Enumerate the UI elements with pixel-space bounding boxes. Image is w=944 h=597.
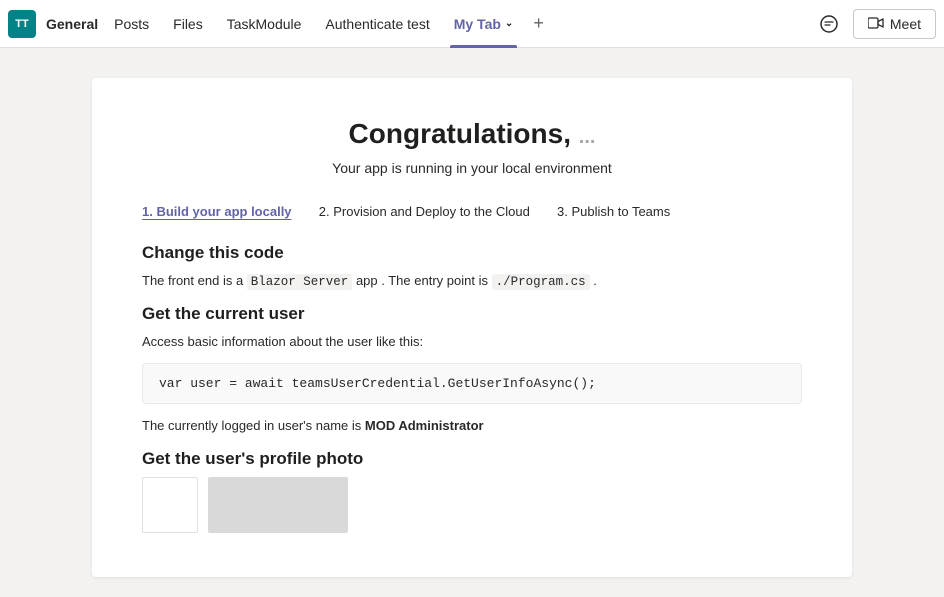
step-1[interactable]: 1. Build your app locally (142, 204, 292, 219)
chat-icon-button[interactable] (813, 8, 845, 40)
section2-text: Access basic information about the user … (142, 332, 802, 352)
section1-heading: Change this code (142, 243, 802, 263)
section1-code2: ./Program.cs (492, 274, 590, 290)
avatar: TT (8, 10, 36, 38)
logged-in-text: The currently logged in user's name is M… (142, 418, 802, 433)
add-tab-button[interactable]: + (525, 0, 552, 48)
profile-photo-gray (208, 477, 348, 533)
section1-code1: Blazor Server (247, 274, 353, 290)
video-icon (868, 16, 884, 32)
code-block: var user = await teamsUserCredential.Get… (142, 363, 802, 404)
main-content: Congratulations, ... Your app is running… (0, 48, 944, 597)
meet-button[interactable]: Meet (853, 9, 936, 39)
section3-heading: Get the user's profile photo (142, 449, 802, 469)
congrats-dots: ... (579, 126, 596, 148)
nav-my-tab[interactable]: My Tab ⌄ (442, 0, 526, 48)
congrats-title: Congratulations, ... (142, 118, 802, 150)
topbar: TT General Posts Files TaskModule Authen… (0, 0, 944, 48)
logged-in-name: MOD Administrator (365, 418, 484, 433)
chevron-down-icon: ⌄ (505, 18, 513, 29)
content-card: Congratulations, ... Your app is running… (92, 78, 852, 577)
nav-authenticate-test[interactable]: Authenticate test (313, 0, 441, 48)
nav-posts[interactable]: Posts (102, 0, 161, 48)
nav-taskmodule[interactable]: TaskModule (215, 0, 314, 48)
step-2[interactable]: 2. Provision and Deploy to the Cloud (319, 204, 530, 219)
step-sep-1 (302, 204, 309, 219)
profile-photo-row (142, 477, 802, 533)
my-tab-label: My Tab (454, 16, 501, 32)
congrats-subtitle: Your app is running in your local enviro… (142, 160, 802, 176)
profile-photo-white (142, 477, 198, 533)
meet-label: Meet (890, 16, 921, 32)
nav-files[interactable]: Files (161, 0, 215, 48)
channel-name: General (46, 16, 98, 32)
step-3[interactable]: 3. Publish to Teams (557, 204, 670, 219)
step-sep-2 (540, 204, 547, 219)
section2-heading: Get the current user (142, 304, 802, 324)
steps-row: 1. Build your app locally 2. Provision a… (142, 204, 802, 219)
topbar-right: Meet (813, 8, 936, 40)
channel-nav: Posts Files TaskModule Authenticate test… (102, 0, 813, 48)
section1-text: The front end is a Blazor Server app . T… (142, 271, 802, 292)
